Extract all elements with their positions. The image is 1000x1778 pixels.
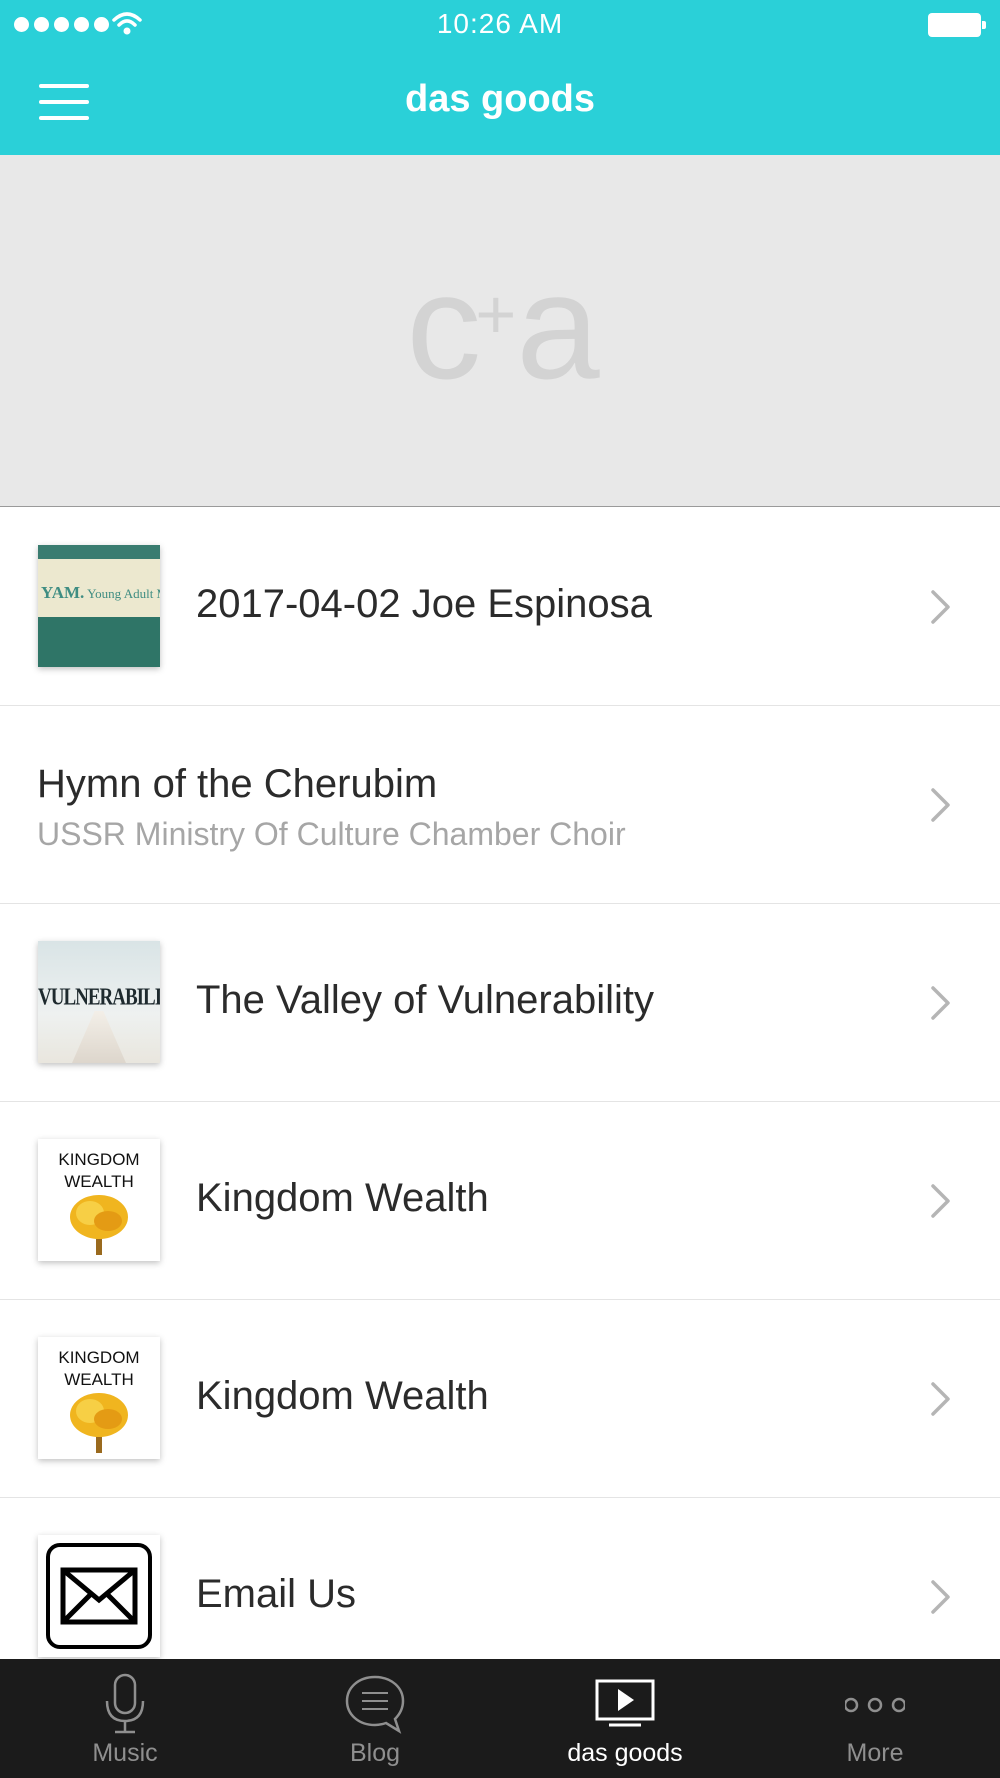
navigation-bar: 10:26 AM das goods — [0, 0, 1000, 155]
chevron-right-icon — [931, 1382, 950, 1416]
item-thumbnail: KINGDOM WEALTH — [38, 1337, 160, 1459]
tab-music[interactable]: Music — [0, 1659, 250, 1778]
list-item-title: Hymn of the Cherubim — [37, 762, 438, 806]
brand-logo: c+a — [406, 242, 599, 410]
tree-icon — [70, 1393, 128, 1453]
status-bar: 10:26 AM — [0, 0, 1000, 50]
chevron-right-icon — [931, 986, 950, 1020]
chevron-right-icon — [931, 590, 950, 624]
list-item[interactable]: KINGDOM WEALTH Kingdom Wealth — [0, 1300, 1000, 1498]
list-item-title: Email Us — [196, 1572, 357, 1616]
video-play-icon — [595, 1679, 655, 1727]
list-item[interactable]: Hymn of the Cherubim USSR Ministry Of Cu… — [0, 706, 1000, 904]
envelope-icon — [46, 1543, 152, 1649]
chevron-right-icon — [931, 1580, 950, 1614]
tab-blog[interactable]: Blog — [250, 1659, 500, 1778]
tab-label: Music — [92, 1739, 158, 1767]
more-dots-icon — [845, 1697, 905, 1713]
list-item-title: Kingdom Wealth — [196, 1374, 489, 1418]
chat-bubble-icon — [345, 1675, 405, 1734]
item-thumbnail: YAM. Young Adult Ministry — [38, 545, 160, 667]
tab-bar: Music Blog das goods More — [0, 1659, 1000, 1778]
list-item[interactable]: VULNERABILITY The Valley of Vulnerabilit… — [0, 904, 1000, 1102]
list-item-title: Kingdom Wealth — [196, 1176, 489, 1220]
tab-label: das goods — [567, 1739, 683, 1767]
content-list: YAM. Young Adult Ministry 2017-04-02 Joe… — [0, 508, 1000, 1696]
chevron-right-icon — [931, 1184, 950, 1218]
page-title: das goods — [404, 78, 596, 120]
microphone-icon — [105, 1673, 145, 1734]
tab-label: Blog — [349, 1739, 401, 1767]
chevron-right-icon — [931, 788, 950, 822]
battery-icon — [928, 13, 986, 37]
list-item-title: 2017-04-02 Joe Espinosa — [196, 582, 652, 626]
list-item-subtitle: USSR Ministry Of Culture Chamber Choir — [37, 816, 626, 852]
item-thumbnail: KINGDOM WEALTH — [38, 1139, 160, 1261]
tab-more[interactable]: More — [750, 1659, 1000, 1778]
list-item[interactable]: KINGDOM WEALTH Kingdom Wealth — [0, 1102, 1000, 1300]
list-item[interactable]: YAM. Young Adult Ministry 2017-04-02 Joe… — [0, 508, 1000, 706]
list-item-title: The Valley of Vulnerability — [196, 978, 655, 1022]
item-thumbnail: VULNERABILITY — [38, 941, 160, 1063]
tab-label: More — [846, 1739, 904, 1767]
status-time: 10:26 AM — [436, 8, 564, 39]
tab-das-goods[interactable]: das goods — [500, 1659, 750, 1778]
item-thumbnail — [38, 1535, 160, 1657]
tree-icon — [70, 1195, 128, 1255]
header-banner: c+a — [0, 155, 1000, 507]
